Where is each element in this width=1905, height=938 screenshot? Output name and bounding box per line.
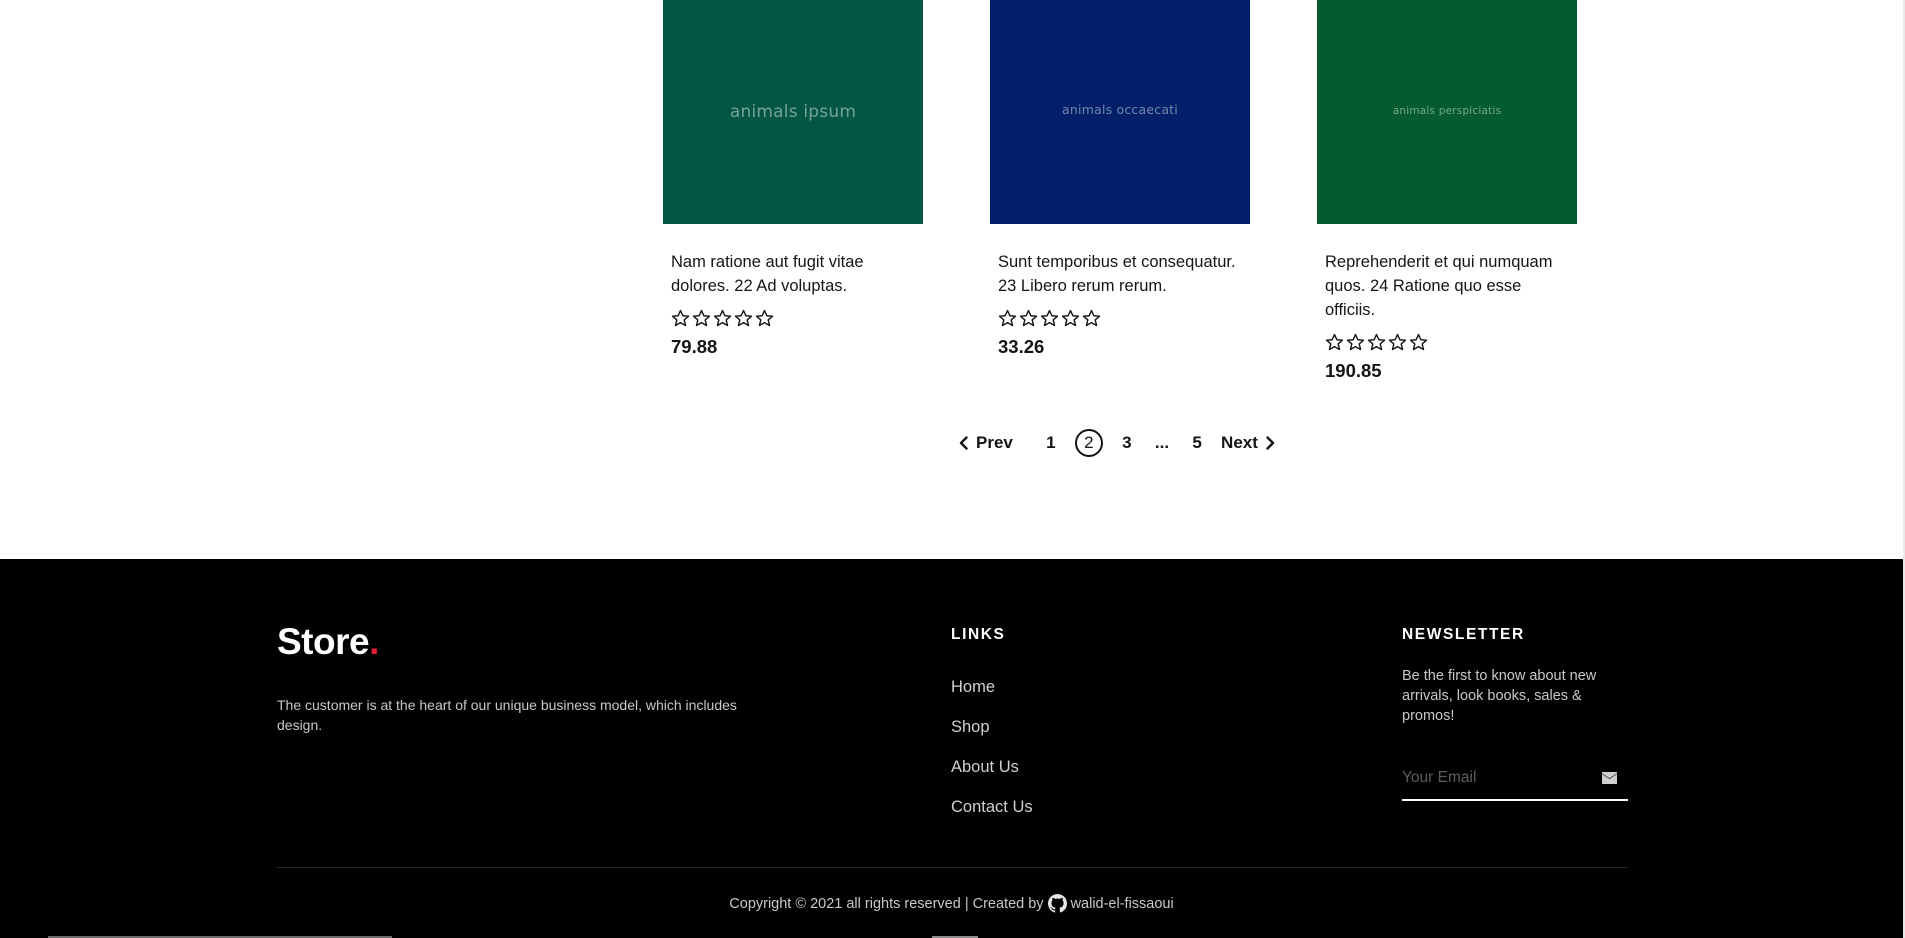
newsletter-form bbox=[1402, 759, 1628, 801]
product-image-text: animals perspiciatis bbox=[1392, 105, 1502, 117]
footer-link-about-us[interactable]: About Us bbox=[951, 757, 1033, 797]
product-image-text: animals occaecati bbox=[1062, 101, 1178, 117]
star-icon bbox=[1409, 333, 1428, 350]
page-ellipsis: ... bbox=[1154, 433, 1170, 452]
star-icon bbox=[1346, 333, 1365, 350]
next-page-button[interactable]: Next bbox=[1221, 433, 1276, 453]
product-title[interactable]: Reprehenderit et qui numquam quos. 24 Ra… bbox=[1325, 250, 1569, 322]
product-title[interactable]: Nam ratione aut fugit vitae dolores. 22 … bbox=[671, 250, 915, 298]
footer-link-shop[interactable]: Shop bbox=[951, 717, 1033, 757]
footer-divider bbox=[277, 867, 1627, 868]
product-price: 33.26 bbox=[998, 336, 1045, 357]
product-card[interactable]: animals occaecati Sunt temporibus et con… bbox=[990, 0, 1250, 358]
newsletter-description: Be the first to know about new arrivals,… bbox=[1402, 668, 1597, 724]
page-link-1[interactable]: 1 bbox=[1037, 429, 1065, 457]
product-image[interactable]: animals occaecati bbox=[990, 0, 1250, 224]
product-card[interactable]: animals perspiciatis Reprehenderit et qu… bbox=[1317, 0, 1577, 382]
author-link[interactable]: walid-el-fissaoui bbox=[1071, 896, 1174, 912]
star-icon bbox=[713, 309, 732, 326]
product-card[interactable]: animals ipsum Nam ratione aut fugit vita… bbox=[663, 0, 923, 358]
page-link-5[interactable]: 5 bbox=[1183, 429, 1211, 457]
star-icon bbox=[692, 309, 711, 326]
envelope-icon[interactable] bbox=[1601, 771, 1618, 785]
star-icon bbox=[671, 309, 690, 326]
product-image[interactable]: animals ipsum bbox=[663, 0, 923, 224]
star-icon bbox=[1388, 333, 1407, 350]
chevron-left-icon bbox=[959, 436, 968, 450]
page: animals ipsum Nam ratione aut fugit vita… bbox=[0, 0, 1905, 938]
star-icon bbox=[734, 309, 753, 326]
footer-link-home[interactable]: Home bbox=[951, 677, 1033, 717]
footer-links: Home Shop About Us Contact Us bbox=[951, 677, 1033, 837]
newsletter-heading: NEWSLETTER bbox=[1402, 626, 1525, 643]
star-icon bbox=[1061, 309, 1080, 326]
links-heading: LINKS bbox=[951, 626, 1006, 643]
page-link-2-current[interactable]: 2 bbox=[1074, 429, 1103, 457]
star-icon bbox=[1040, 309, 1059, 326]
product-image-text: animals ipsum bbox=[729, 102, 857, 122]
page-link-3[interactable]: 3 bbox=[1113, 429, 1141, 457]
star-icon bbox=[1367, 333, 1386, 350]
footer: Store. The customer is at the heart of o… bbox=[0, 559, 1903, 938]
github-icon[interactable] bbox=[1047, 894, 1067, 913]
prev-page-button[interactable]: Prev bbox=[958, 433, 1013, 453]
product-title[interactable]: Sunt temporibus et consequatur. 23 Liber… bbox=[998, 250, 1242, 298]
copyright: Copyright © 2021 all rights reserved | C… bbox=[0, 894, 1903, 913]
star-icon bbox=[1082, 309, 1101, 326]
pagination: Prev 1 2 3 ... 5 Next bbox=[958, 427, 1276, 459]
product-rating bbox=[1325, 331, 1569, 353]
email-input[interactable] bbox=[1402, 759, 1592, 797]
brand-dot: . bbox=[369, 621, 379, 662]
copyright-text: Copyright © 2021 all rights reserved | C… bbox=[729, 895, 1044, 912]
star-icon bbox=[755, 309, 774, 326]
star-icon bbox=[998, 309, 1017, 326]
brand-name: Store bbox=[277, 621, 370, 662]
footer-description: The customer is at the heart of our uniq… bbox=[277, 697, 737, 733]
product-rating bbox=[671, 307, 915, 329]
prev-label: Prev bbox=[976, 433, 1013, 452]
product-price: 79.88 bbox=[671, 336, 718, 357]
product-image[interactable]: animals perspiciatis bbox=[1317, 0, 1577, 224]
product-rating bbox=[998, 307, 1242, 329]
product-price: 190.85 bbox=[1325, 360, 1382, 381]
star-icon bbox=[1019, 309, 1038, 326]
next-label: Next bbox=[1221, 433, 1258, 452]
star-icon bbox=[1325, 333, 1344, 350]
chevron-right-icon bbox=[1266, 436, 1275, 450]
footer-link-contact-us[interactable]: Contact Us bbox=[951, 797, 1033, 837]
footer-logo[interactable]: Store. bbox=[277, 621, 379, 663]
